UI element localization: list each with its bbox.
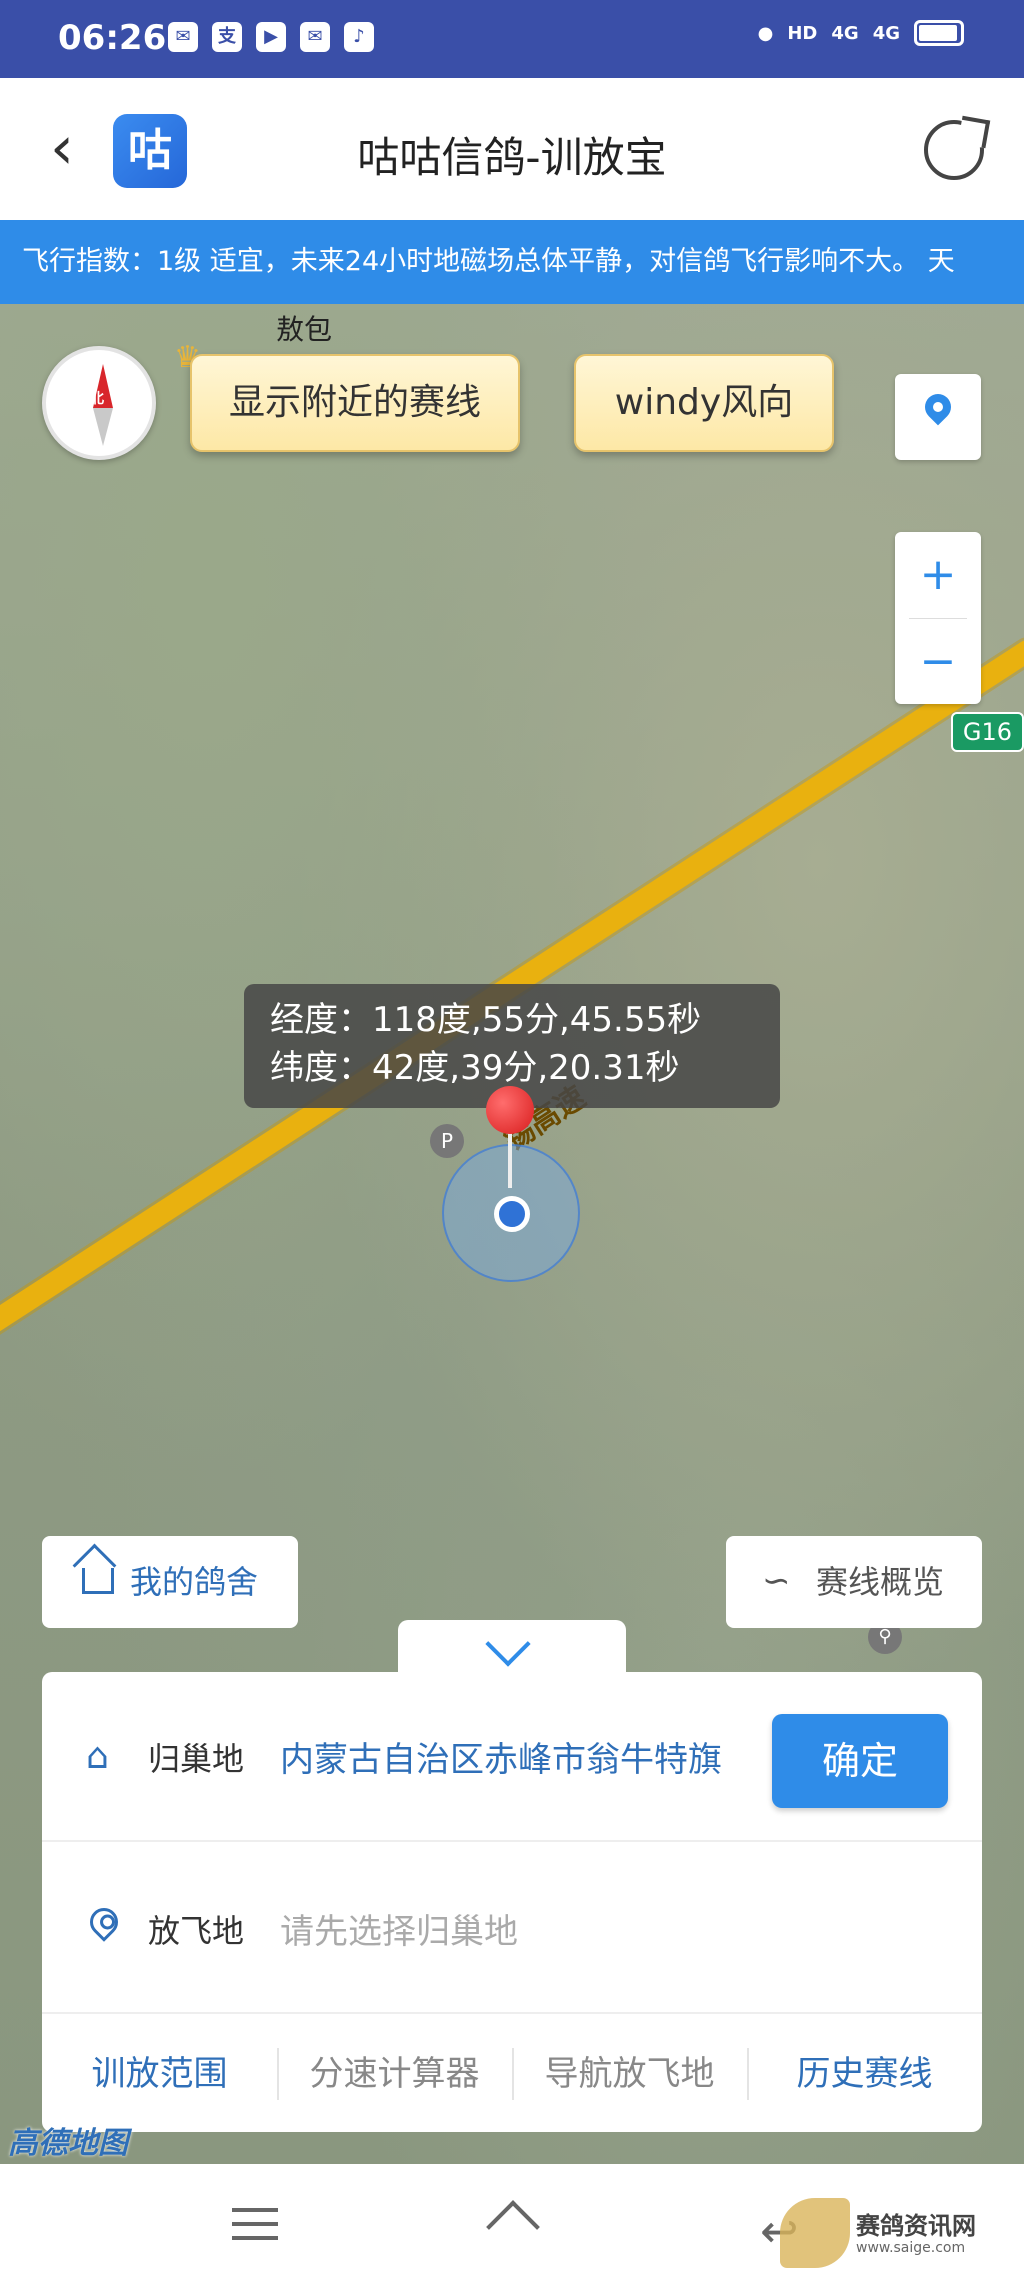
house-icon (82, 1568, 114, 1594)
zoom-in-button[interactable]: + (895, 532, 981, 618)
message-icon: ✉ (300, 22, 330, 52)
tool-tabs: 训放范围 分速计算器 导航放飞地 历史赛线 (42, 2016, 982, 2132)
windy-button[interactable]: windy风向 (574, 354, 834, 452)
battery-icon (914, 20, 964, 46)
status-right: ● HD 4G 4G (758, 20, 964, 46)
latitude-text: 纬度：42度,39分,20.31秒 (270, 1048, 680, 1088)
location-pin-icon (919, 388, 957, 426)
tab-speed-calculator[interactable]: 分速计算器 (277, 2016, 512, 2132)
flight-index-banner: 飞行指数：1级 适宜，未来24小时地磁场总体平静，对信鸽飞行影响不大。 天 (0, 220, 1024, 304)
collapse-panel-tab[interactable] (398, 1620, 626, 1680)
parking-icon: P (430, 1124, 464, 1158)
route-icon: ∽ (762, 1561, 791, 1601)
tiktok-icon: ♪ (344, 22, 374, 52)
status-bar: 06:26 ✉ 支 ▶ ✉ ♪ ● HD 4G 4G (0, 0, 1024, 78)
title-bar: ‹ 咕 咕咕信鸽-训放宝 (0, 78, 1024, 220)
zoom-control: + − (895, 532, 981, 704)
map-provider-logo: 高德地图 (8, 2126, 128, 2161)
compass-north-label: 北 (90, 391, 104, 407)
share-icon[interactable] (924, 120, 984, 180)
route-panel: ⌂ 归巢地 内蒙古自治区赤峰市翁牛特旗 确定 放飞地 请先选择归巢地 训放范围 … (42, 1672, 982, 2132)
highway-badge: G16 (950, 712, 1024, 752)
map-pin-icon[interactable] (486, 1086, 534, 1134)
my-loft-label: 我的鸽舍 (130, 1563, 259, 1601)
home-nav-icon[interactable] (488, 2202, 536, 2250)
location-pin-outline-icon (84, 1902, 124, 1942)
hd-badge: HD (787, 22, 818, 44)
release-row: 放飞地 请先选择归巢地 (42, 1844, 982, 2014)
mail-icon: ✉ (168, 22, 198, 52)
nearby-routes-button[interactable]: 显示附近的赛线 (190, 354, 520, 452)
status-time: 06:26 (58, 18, 167, 58)
menu-icon[interactable] (232, 2208, 278, 2240)
compass-needle-south (93, 408, 113, 446)
compass-icon[interactable]: 北 (42, 346, 156, 460)
tab-history-routes[interactable]: 历史赛线 (747, 2016, 982, 2132)
play-icon: ▶ (256, 22, 286, 52)
tab-navigate-release[interactable]: 导航放飞地 (512, 2016, 747, 2132)
signal-1: 4G (831, 22, 859, 44)
release-input[interactable]: 请先选择归巢地 (280, 1904, 518, 1953)
place-label: 敖包 (276, 313, 333, 346)
alipay-icon: 支 (212, 22, 242, 52)
home-label: 归巢地 (148, 1740, 245, 1778)
zoom-out-button[interactable]: − (895, 619, 981, 705)
home-icon: ⌂ (86, 1736, 109, 1777)
chevron-down-icon (485, 1621, 531, 1667)
location-status-icon: ● (757, 22, 774, 44)
locate-button[interactable] (895, 374, 981, 460)
route-overview-button[interactable]: ∽ 赛线概览 (726, 1536, 982, 1628)
home-row: ⌂ 归巢地 内蒙古自治区赤峰市翁牛特旗 确定 (42, 1672, 982, 1842)
watermark: 赛鸽资讯网 www.saige.com (770, 2188, 990, 2278)
map-pin-stick (508, 1132, 512, 1188)
tab-training-range[interactable]: 训放范围 (42, 2016, 277, 2132)
longitude-text: 经度：118度,55分,45.55秒 (270, 1000, 702, 1040)
home-value[interactable]: 内蒙古自治区赤峰市翁牛特旗 (280, 1732, 770, 1781)
page-title: 咕咕信鸽-训放宝 (357, 133, 667, 182)
current-location-dot (494, 1196, 530, 1232)
my-loft-button[interactable]: 我的鸽舍 (42, 1536, 298, 1628)
notification-icons: ✉ 支 ▶ ✉ ♪ (168, 22, 374, 52)
release-label: 放飞地 (148, 1912, 245, 1950)
route-overview-label: 赛线概览 (816, 1563, 945, 1601)
watermark-name: 赛鸽资讯网 (856, 2212, 976, 2240)
pigeon-logo-icon (780, 2198, 850, 2268)
watermark-url: www.saige.com (856, 2240, 966, 2256)
confirm-button[interactable]: 确定 (772, 1714, 948, 1808)
signal-2: 4G (872, 22, 900, 44)
